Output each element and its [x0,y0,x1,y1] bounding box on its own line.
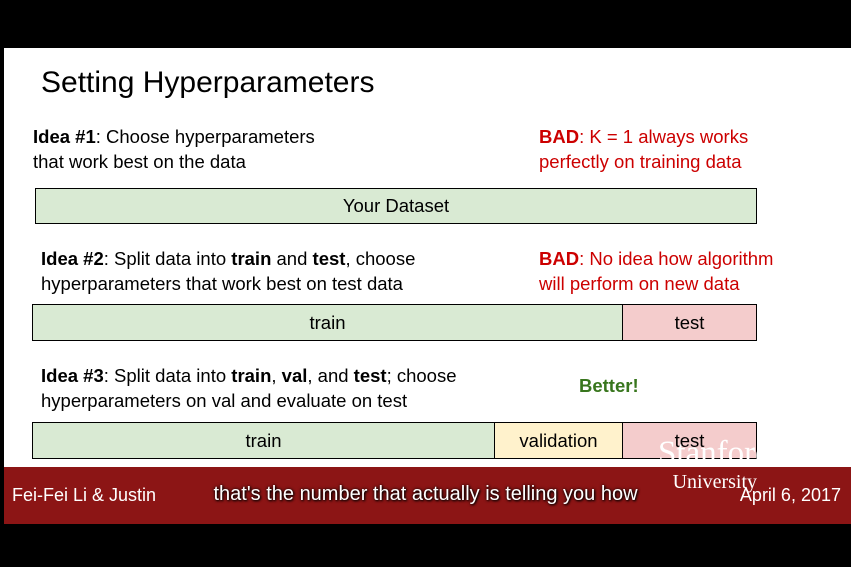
idea-3-line2: hyperparameters on val and evaluate on t… [41,390,408,411]
bad-1-line1: : K = 1 always works [579,126,749,147]
idea-2-label: Idea #2 [41,248,104,269]
train-test-bar: train test [32,304,757,341]
bad-1-text: BAD: K = 1 always works perfectly on tra… [539,124,748,174]
idea-2-t3: , choose [345,248,416,269]
idea-2-t1: : Split data into [103,248,232,269]
idea-2-text: Idea #2: Split data into train and test,… [41,246,415,296]
slide-title: Setting Hyperparameters [41,66,375,99]
idea-3-t2: , [271,365,282,386]
bad-2-line1: : No idea how algorithm [579,248,774,269]
video-caption: that's the number that actually is telli… [213,483,638,505]
idea-3-t1: : Split data into [103,365,232,386]
idea-3-k1: train [231,365,272,386]
bad-2-label: BAD [539,248,580,269]
dataset-segment: Your Dataset [36,189,756,223]
bad-2-line2: will perform on new data [539,273,740,294]
train-val-test-bar: train validation test [32,422,757,459]
idea-3-text: Idea #3: Split data into train, val, and… [41,363,457,413]
idea-2-line2: hyperparameters that work best on test d… [41,273,403,294]
idea-1-text: Idea #1: Choose hyperparameters that wor… [33,124,315,174]
slide: Setting Hyperparameters Idea #1: Choose … [4,48,851,467]
train-segment: train [33,423,494,458]
idea-1-line2: that work best on the data [33,151,246,172]
idea-2-k2: test [312,248,346,269]
dataset-bar: Your Dataset [35,188,757,224]
idea-2-k1: train [231,248,272,269]
logo-line1: Stanford [658,435,772,471]
idea-3-k2: val [281,365,308,386]
validation-segment: validation [494,423,622,458]
test-segment: test [622,305,756,340]
bad-1-label: BAD [539,126,580,147]
bad-1-line2: perfectly on training data [539,151,742,172]
bad-2-text: BAD: No idea how algorithm will perform … [539,246,773,296]
idea-1-label: Idea #1 [33,126,96,147]
idea-1-line1: : Choose hyperparameters [95,126,315,147]
idea-3-k3: test [353,365,387,386]
idea-3-t3: , and [307,365,354,386]
idea-3-t4: ; choose [386,365,457,386]
idea-3-label: Idea #3 [41,365,104,386]
better-label: Better! [579,375,639,396]
train-segment: train [33,305,622,340]
idea-2-t2: and [271,248,313,269]
